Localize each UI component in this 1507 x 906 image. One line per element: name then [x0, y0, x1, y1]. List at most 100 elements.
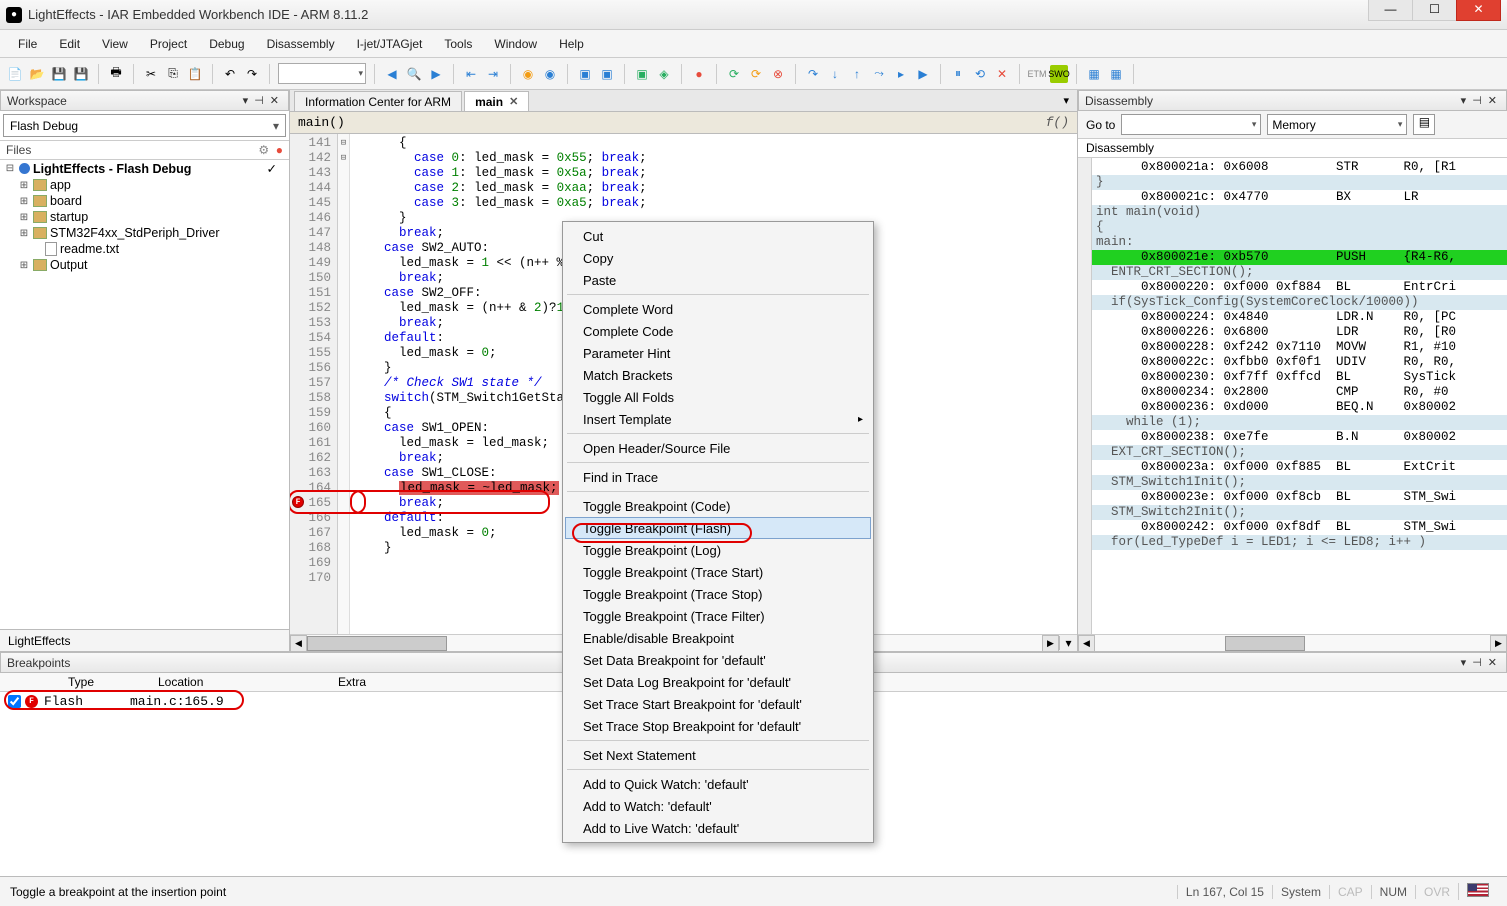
disasm-btn[interactable]: ▤ — [1413, 114, 1435, 135]
menu-disassembly[interactable]: Disassembly — [257, 33, 345, 55]
pin-icon[interactable]: ⊣ — [251, 94, 267, 107]
ctx-trace-start-bp[interactable]: Set Trace Start Breakpoint for 'default' — [565, 693, 871, 715]
dropdown-icon[interactable]: ▾ — [1458, 656, 1470, 669]
red-dot-icon[interactable]: ● — [276, 143, 283, 157]
dropdown-icon[interactable]: ▾ — [1458, 94, 1470, 107]
swo-icon[interactable]: SWO — [1050, 65, 1068, 83]
bookmark-toggle-icon[interactable]: ⇥ — [484, 65, 502, 83]
run-icon[interactable]: ▶ — [914, 65, 932, 83]
breakpoint-marker[interactable]: F — [292, 496, 304, 508]
ctx-bp-code[interactable]: Toggle Breakpoint (Code) — [565, 495, 871, 517]
ctx-bp-tfilter[interactable]: Toggle Breakpoint (Trace Filter) — [565, 605, 871, 627]
ctx-next-stmt[interactable]: Set Next Statement — [565, 744, 871, 766]
nav-fwd-icon[interactable]: ▶ — [427, 65, 445, 83]
close-panel-icon[interactable]: ✕ — [267, 94, 282, 107]
workspace-tab[interactable]: LightEffects — [0, 629, 289, 651]
compile-icon[interactable]: ▣ — [633, 65, 651, 83]
close-panel-icon[interactable]: ✕ — [1485, 94, 1500, 107]
file-tree[interactable]: ⊟LightEffects - Flash Debug✓ ⊞app ⊞board… — [0, 159, 289, 629]
tool-a-icon[interactable]: ▣ — [576, 65, 594, 83]
tab-info-center[interactable]: Information Center for ARM — [294, 91, 462, 111]
close-panel-icon[interactable]: ✕ — [1485, 656, 1500, 669]
ctx-complete-code[interactable]: Complete Code — [565, 320, 871, 342]
cut-icon[interactable]: ✂ — [142, 65, 160, 83]
minimize-button[interactable]: — — [1368, 0, 1413, 21]
menu-edit[interactable]: Edit — [49, 33, 90, 55]
ctx-bp-tstart[interactable]: Toggle Breakpoint (Trace Start) — [565, 561, 871, 583]
trace-b-icon[interactable]: ▦ — [1107, 65, 1125, 83]
bp-enable-checkbox[interactable] — [8, 695, 21, 708]
step-into-icon[interactable]: ↓ — [826, 65, 844, 83]
ctx-copy[interactable]: Copy — [565, 247, 871, 269]
bp-blue-icon[interactable]: ◉ — [541, 65, 559, 83]
build-icon[interactable]: ◈ — [655, 65, 673, 83]
menu-ijet[interactable]: I-jet/JTAGjet — [347, 33, 433, 55]
ctx-bp-flash[interactable]: Toggle Breakpoint (Flash) — [565, 517, 871, 539]
tab-main[interactable]: main✕ — [464, 91, 529, 111]
ctx-datalog-bp[interactable]: Set Data Log Breakpoint for 'default' — [565, 671, 871, 693]
bookmark-prev-icon[interactable]: ⇤ — [462, 65, 480, 83]
tool-b-icon[interactable]: ▣ — [598, 65, 616, 83]
ctx-open-header[interactable]: Open Header/Source File — [565, 437, 871, 459]
close-tab-icon[interactable]: ✕ — [509, 95, 518, 108]
menu-debug[interactable]: Debug — [199, 33, 254, 55]
ctx-match-brackets[interactable]: Match Brackets — [565, 364, 871, 386]
ctx-complete-word[interactable]: Complete Word — [565, 298, 871, 320]
ctx-paste[interactable]: Paste — [565, 269, 871, 291]
find-icon[interactable]: 🔍 — [405, 65, 423, 83]
disasm-hscroll[interactable]: ◀ ▶ — [1078, 634, 1507, 651]
halt-icon[interactable]: ✕ — [993, 65, 1011, 83]
new-icon[interactable]: 📄 — [6, 65, 24, 83]
ctx-quick-watch[interactable]: Add to Quick Watch: 'default' — [565, 773, 871, 795]
ctx-find-trace[interactable]: Find in Trace — [565, 466, 871, 488]
pin-icon[interactable]: ⊣ — [1469, 94, 1485, 107]
paste-icon[interactable]: 📋 — [186, 65, 204, 83]
step-out-icon[interactable]: ↑ — [848, 65, 866, 83]
restart-icon[interactable]: ⟳ — [747, 65, 765, 83]
etm-icon[interactable]: ETM — [1028, 65, 1046, 83]
ctx-trace-stop-bp[interactable]: Set Trace Stop Breakpoint for 'default' — [565, 715, 871, 737]
trace-a-icon[interactable]: ▦ — [1085, 65, 1103, 83]
menu-file[interactable]: File — [8, 33, 47, 55]
run-cursor-icon[interactable]: ▸ — [892, 65, 910, 83]
menu-tools[interactable]: Tools — [434, 33, 482, 55]
next-stmt-icon[interactable]: ⤳ — [870, 65, 888, 83]
step-over-icon[interactable]: ↷ — [804, 65, 822, 83]
ctx-live-watch[interactable]: Add to Live Watch: 'default' — [565, 817, 871, 839]
dropdown-icon[interactable]: ▾ — [240, 94, 252, 107]
open-icon[interactable]: 📂 — [28, 65, 46, 83]
ctx-bp-log[interactable]: Toggle Breakpoint (Log) — [565, 539, 871, 561]
menu-view[interactable]: View — [92, 33, 138, 55]
menu-help[interactable]: Help — [549, 33, 594, 55]
ctx-bp-enable[interactable]: Enable/disable Breakpoint — [565, 627, 871, 649]
pause-icon[interactable]: ⏸ — [949, 65, 967, 83]
copy-icon[interactable]: ⎘ — [164, 65, 182, 83]
menu-project[interactable]: Project — [140, 33, 197, 55]
find-combo[interactable] — [278, 63, 366, 84]
config-combo[interactable]: Flash Debug — [3, 114, 286, 137]
reset-icon[interactable]: ⟲ — [971, 65, 989, 83]
memory-combo[interactable]: Memory — [1267, 114, 1407, 135]
menu-window[interactable]: Window — [484, 33, 547, 55]
save-icon[interactable]: 💾 — [50, 65, 68, 83]
toggle-bp-icon[interactable]: ● — [690, 65, 708, 83]
maximize-button[interactable]: ☐ — [1412, 0, 1457, 21]
undo-icon[interactable]: ↶ — [221, 65, 239, 83]
ctx-insert-template[interactable]: Insert Template — [565, 408, 871, 430]
ctx-param-hint[interactable]: Parameter Hint — [565, 342, 871, 364]
pin-icon[interactable]: ⊣ — [1469, 656, 1485, 669]
lang-flag-icon[interactable] — [1458, 883, 1497, 900]
goto-combo[interactable] — [1121, 114, 1261, 135]
nav-back-icon[interactable]: ◀ — [383, 65, 401, 83]
stop-icon[interactable]: ⊗ — [769, 65, 787, 83]
fx-icon[interactable]: f() — [1046, 115, 1069, 130]
redo-icon[interactable]: ↷ — [243, 65, 261, 83]
ctx-bp-tstop[interactable]: Toggle Breakpoint (Trace Stop) — [565, 583, 871, 605]
saveall-icon[interactable]: 💾 — [72, 65, 90, 83]
tab-dropdown-icon[interactable]: ▾ — [1055, 90, 1077, 111]
go-icon[interactable]: ⟳ — [725, 65, 743, 83]
print-icon[interactable]: 🖶 — [107, 65, 125, 83]
gear-icon[interactable]: ⚙ — [258, 143, 269, 157]
ctx-add-watch[interactable]: Add to Watch: 'default' — [565, 795, 871, 817]
ctx-toggle-folds[interactable]: Toggle All Folds — [565, 386, 871, 408]
